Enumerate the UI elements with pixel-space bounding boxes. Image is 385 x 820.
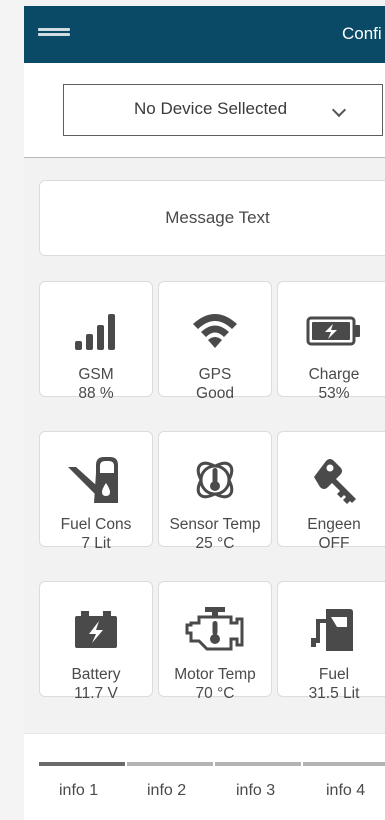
device-select[interactable]: No Device Sellected — [63, 84, 383, 136]
tile-fuel[interactable]: Fuel 31.5 Lit — [277, 581, 385, 702]
tab-info-1[interactable]: info 1 — [59, 782, 98, 800]
fuel-can-icon — [68, 457, 118, 503]
page-title: Confi — [342, 24, 382, 43]
tile-label: Battery — [71, 666, 121, 683]
tile-value: 31.5 Lit — [308, 685, 360, 702]
app-container: Confi No Device Sellected Message Text G… — [24, 0, 385, 820]
tile-charge[interactable]: Charge 53% — [277, 281, 385, 402]
tile-value: 7 Lit — [81, 535, 111, 552]
tab-info-3[interactable]: info 3 — [236, 782, 275, 800]
engine-temp-icon — [185, 607, 244, 651]
tile-sensor-temp[interactable]: Sensor Temp 25 °C — [158, 431, 272, 552]
tab-indicator-info-4 — [303, 762, 385, 766]
tile-value: 11.7 V — [74, 685, 118, 702]
device-select-area: No Device Sellected — [24, 63, 385, 158]
tile-motor-temp[interactable]: Motor Temp 70 °C — [158, 581, 272, 702]
tile-value: 88 % — [78, 385, 114, 402]
tile-engine[interactable]: Engeen OFF — [277, 431, 385, 552]
message-box: Message Text — [39, 180, 385, 256]
battery-charging-icon — [306, 316, 360, 346]
tile-label: Sensor Temp — [169, 516, 261, 533]
key-icon — [314, 459, 356, 504]
tile-value: OFF — [318, 535, 350, 552]
tile-value: 70 °C — [195, 685, 235, 702]
tab-indicator-info-2 — [127, 762, 213, 766]
tab-info-4[interactable]: info 4 — [326, 782, 365, 800]
tile-label: GPS — [198, 366, 232, 383]
bottom-tab-bar: info 1 info 2 info 3 info 4 — [24, 733, 385, 820]
tile-value: 25 °C — [195, 535, 235, 552]
fuel-pump-icon — [311, 609, 353, 651]
tile-label: Charge — [308, 366, 360, 383]
car-battery-icon — [75, 611, 117, 648]
message-text: Message Text — [165, 208, 270, 227]
tile-label: Engeen — [307, 516, 361, 533]
tile-label: Motor Temp — [174, 666, 256, 683]
left-gutter — [0, 0, 24, 820]
thermometer-icon — [196, 461, 234, 499]
tile-value: 53% — [318, 385, 350, 402]
chevron-down-icon — [331, 102, 347, 118]
tile-battery[interactable]: Battery 11.7 V — [39, 581, 153, 702]
device-select-value: No Device Sellected — [134, 99, 288, 118]
tile-label: GSM — [78, 366, 114, 383]
hamburger-menu-icon[interactable] — [38, 28, 70, 42]
tab-indicator-info-3 — [215, 762, 301, 766]
tile-label: Fuel — [318, 666, 350, 683]
tile-gsm[interactable]: GSM 88 % — [39, 281, 153, 402]
tile-label: Fuel Cons — [60, 516, 132, 533]
tile-value: Good — [196, 385, 234, 402]
tab-info-2[interactable]: info 2 — [147, 782, 186, 800]
tab-indicator-info-1 — [39, 762, 125, 766]
signal-bars-icon — [75, 314, 115, 350]
tile-gps[interactable]: GPS Good — [158, 281, 272, 402]
wifi-icon — [193, 314, 237, 348]
tile-fuel-cons[interactable]: Fuel Cons 7 Lit — [39, 431, 153, 552]
app-header: Confi — [24, 6, 385, 63]
